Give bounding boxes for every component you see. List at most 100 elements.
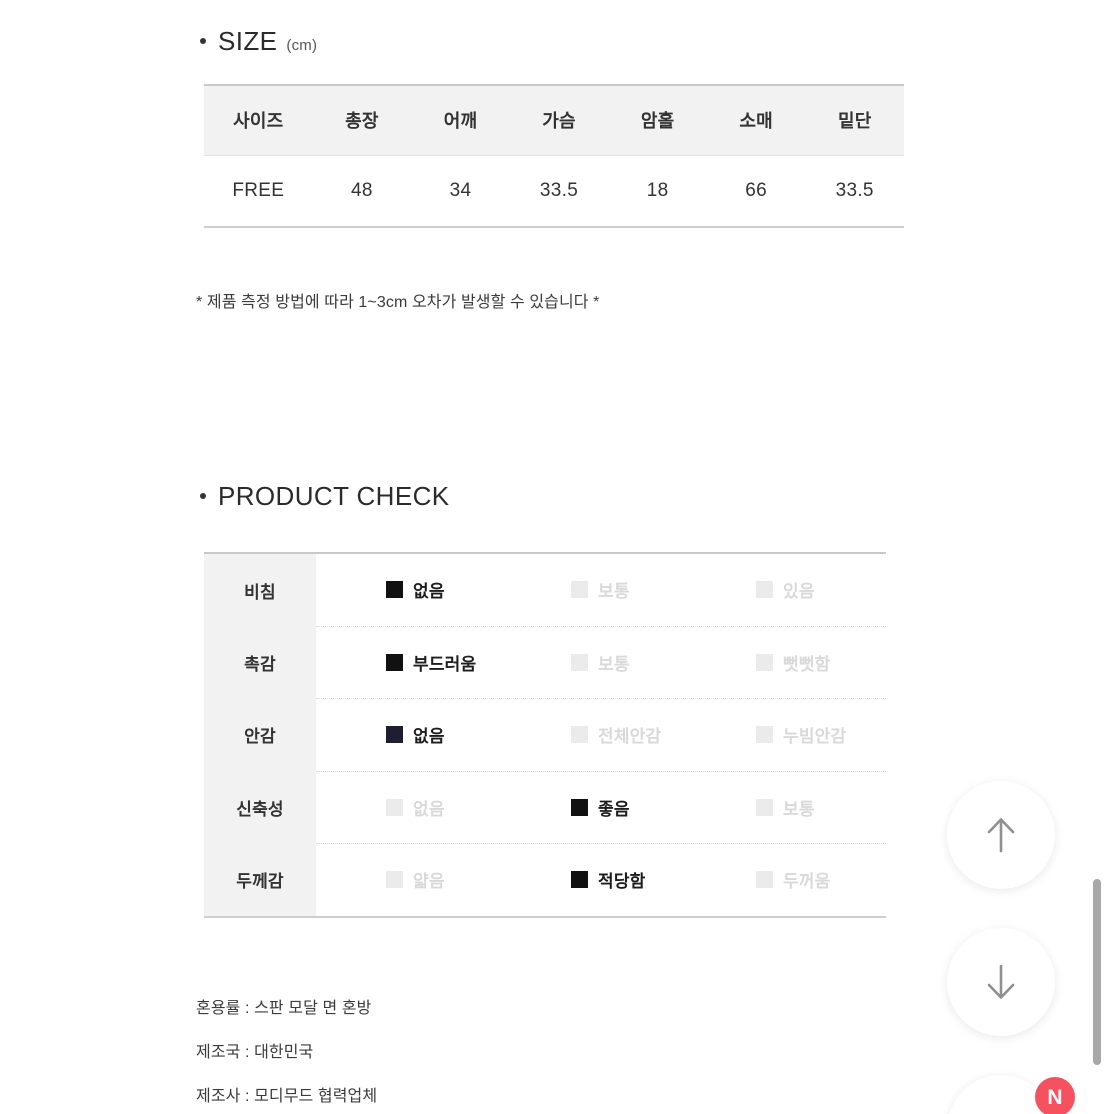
checkbox-unchecked-icon[interactable] — [756, 653, 773, 671]
check-option[interactable]: 두꺼움 — [756, 867, 941, 892]
product-check-table-body: 비침 없음 보통 있음 촉감 부드러움 보통 뻣뻣함 안감 없음 전체안감 누빔… — [204, 552, 886, 918]
check-option[interactable]: 부드러움 — [386, 650, 571, 675]
size-col-header: 소매 — [706, 84, 806, 156]
check-option-label: 전체안감 — [598, 727, 662, 747]
checkbox-unchecked-icon[interactable] — [386, 798, 403, 816]
size-col-header: 어깨 — [411, 84, 510, 156]
check-option[interactable]: 없음 — [386, 577, 571, 602]
size-cell: FREE — [204, 155, 313, 228]
checkbox-checked-icon[interactable] — [571, 798, 588, 816]
checkbox-checked-icon[interactable] — [386, 726, 403, 744]
table-row: 신축성 없음 좋음 보통 — [204, 770, 886, 844]
checkbox-unchecked-icon[interactable] — [571, 653, 588, 671]
size-col-header: 가슴 — [509, 84, 609, 156]
info-line-material: 혼용률 : 스판 모달 면 혼방 — [196, 1000, 372, 1017]
check-option-label: 있음 — [783, 582, 815, 602]
size-cell: 18 — [608, 155, 707, 228]
check-option[interactable]: 보통 — [571, 577, 756, 602]
check-option-label: 얇음 — [413, 872, 445, 892]
checkbox-checked-icon[interactable] — [571, 871, 588, 889]
info-line-manufacturer: 제조사 : 모디무드 협력업체 — [196, 1088, 378, 1105]
size-cell: 33.5 — [509, 155, 609, 228]
check-row-label: 촉감 — [204, 626, 316, 699]
table-row: 안감 없음 전체안감 누빔안감 — [204, 698, 886, 771]
checkbox-unchecked-icon[interactable] — [756, 726, 773, 744]
naver-badge-label: N — [1047, 1085, 1063, 1109]
bullet-dot-icon — [200, 493, 206, 499]
table-row: 촉감 부드러움 보통 뻣뻣함 — [204, 625, 886, 699]
check-row-options: 얇음 적당함 두꺼움 — [316, 843, 886, 918]
size-table-head: 사이즈 총장 어깨 가슴 암홀 소매 밑단 — [204, 84, 904, 156]
size-col-header: 암홀 — [608, 84, 707, 156]
checkbox-unchecked-icon[interactable] — [571, 726, 588, 744]
check-option-label: 적당함 — [598, 872, 646, 892]
check-option[interactable]: 보통 — [571, 650, 756, 675]
check-option[interactable]: 있음 — [756, 577, 941, 602]
check-option-label: 뻣뻣함 — [783, 654, 831, 674]
product-detail-page: SIZE (cm) 사이즈 총장 어깨 가슴 암홀 소매 밑단 FREE 48 … — [0, 0, 1114, 1114]
size-section-heading: SIZE (cm) — [200, 26, 317, 57]
check-option[interactable]: 보통 — [756, 795, 941, 820]
scroll-to-bottom-button[interactable] — [947, 928, 1055, 1036]
check-option-label: 보통 — [598, 582, 630, 602]
info-line-country: 제조국 : 대한민국 — [196, 1044, 314, 1061]
check-option[interactable]: 누빔안감 — [756, 722, 941, 747]
check-option-label: 부드러움 — [413, 654, 477, 674]
check-option[interactable]: 적당함 — [571, 867, 756, 892]
check-option[interactable]: 전체안감 — [571, 722, 756, 747]
check-row-options: 부드러움 보통 뻣뻣함 — [316, 625, 886, 699]
check-option[interactable]: 얇음 — [386, 867, 571, 892]
checkbox-unchecked-icon[interactable] — [571, 581, 588, 599]
check-row-label: 비침 — [204, 552, 316, 626]
size-heading-text: SIZE — [218, 26, 278, 56]
check-row-label: 안감 — [204, 698, 316, 771]
check-row-label: 두께감 — [204, 843, 316, 918]
size-cell: 48 — [312, 155, 412, 228]
product-info-block: 혼용률 : 스판 모달 면 혼방 제조국 : 대한민국 제조사 : 모디무드 협… — [196, 994, 377, 1114]
check-option-label: 누빔안감 — [783, 727, 847, 747]
checkbox-checked-icon[interactable] — [386, 653, 403, 671]
checkbox-checked-icon[interactable] — [386, 581, 403, 599]
check-option-label: 보통 — [598, 654, 630, 674]
check-option-label: 없음 — [413, 799, 445, 819]
check-option-label: 두꺼움 — [783, 872, 831, 892]
naver-badge[interactable]: N — [1035, 1077, 1075, 1114]
checkbox-unchecked-icon[interactable] — [756, 871, 773, 889]
check-option-label: 보통 — [783, 799, 815, 819]
size-cell: 33.5 — [805, 155, 904, 228]
scrollbar-thumb[interactable] — [1093, 879, 1101, 1065]
size-table-body: FREE 48 34 33.5 18 66 33.5 — [204, 155, 904, 228]
check-option[interactable]: 없음 — [386, 795, 571, 820]
size-col-header: 밑단 — [805, 84, 904, 156]
check-option[interactable]: 좋음 — [571, 795, 756, 820]
table-row: 비침 없음 보통 있음 — [204, 552, 886, 626]
size-table-header-row: 사이즈 총장 어깨 가슴 암홀 소매 밑단 — [204, 84, 904, 156]
check-option-label: 없음 — [413, 727, 445, 747]
check-row-options: 없음 좋음 보통 — [316, 770, 886, 844]
check-row-label: 신축성 — [204, 771, 316, 844]
product-check-heading-text: PRODUCT CHECK — [218, 481, 450, 511]
check-row-options: 없음 전체안감 누빔안감 — [316, 698, 886, 771]
arrow-up-icon — [981, 813, 1021, 857]
check-row-options: 없음 보통 있음 — [316, 552, 886, 626]
checkbox-unchecked-icon[interactable] — [756, 581, 773, 599]
size-table: 사이즈 총장 어깨 가슴 암홀 소매 밑단 FREE 48 34 33.5 18… — [204, 84, 904, 228]
checkbox-unchecked-icon[interactable] — [756, 798, 773, 816]
product-check-table: 비침 없음 보통 있음 촉감 부드러움 보통 뻣뻣함 안감 없음 전체안감 누빔… — [204, 552, 886, 918]
size-cell: 34 — [411, 155, 510, 228]
size-heading-unit: (cm) — [286, 37, 318, 54]
check-option[interactable]: 뻣뻣함 — [756, 650, 941, 675]
check-option[interactable]: 없음 — [386, 722, 571, 747]
product-check-section-heading: PRODUCT CHECK — [200, 481, 450, 512]
table-row: 두께감 얇음 적당함 두꺼움 — [204, 843, 886, 918]
check-option-label: 없음 — [413, 582, 445, 602]
scrollbar-track[interactable] — [1093, 0, 1108, 1114]
check-option-label: 좋음 — [598, 799, 630, 819]
arrow-down-icon — [981, 960, 1021, 1004]
size-col-header: 총장 — [312, 84, 412, 156]
checkbox-unchecked-icon[interactable] — [386, 871, 403, 889]
size-col-header: 사이즈 — [204, 84, 313, 156]
size-measurement-note: * 제품 측정 방법에 따라 1~3cm 오차가 발생할 수 있습니다 * — [196, 294, 600, 311]
scroll-to-top-button[interactable] — [947, 781, 1055, 889]
size-cell: 66 — [706, 155, 806, 228]
